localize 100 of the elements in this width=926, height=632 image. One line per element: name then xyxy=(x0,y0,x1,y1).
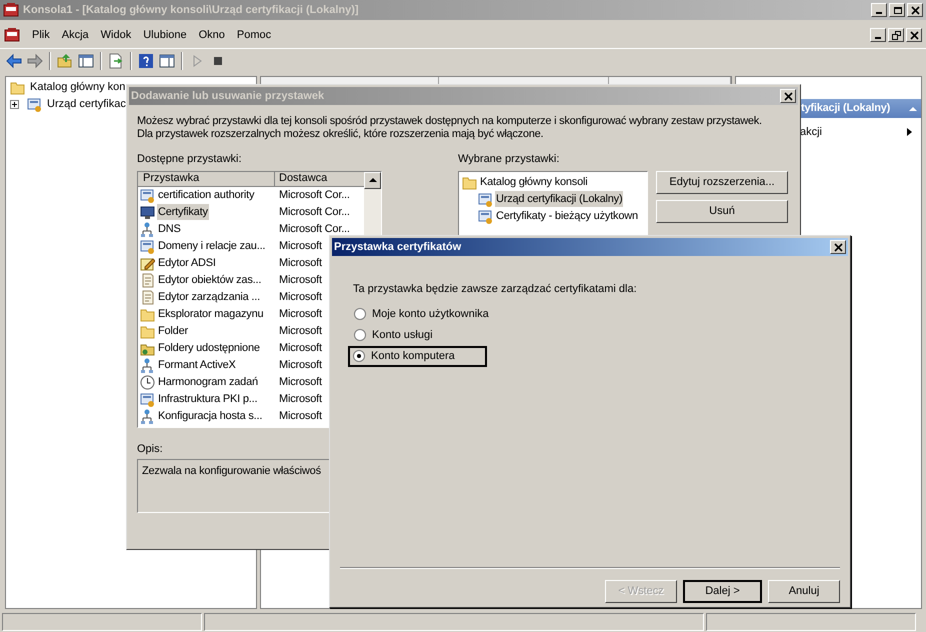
certificate-icon xyxy=(140,188,155,202)
panel-icon[interactable] xyxy=(78,52,94,68)
restore-icon xyxy=(892,30,900,40)
vendor-text: Microsoft xyxy=(278,358,322,373)
list-item[interactable]: Harmonogram zadań xyxy=(157,374,259,390)
vendor-text: Microsoft xyxy=(278,408,322,424)
vendor-text: Microsoft xyxy=(278,256,322,271)
radio-option[interactable]: Konto usługi xyxy=(350,324,437,346)
list-item[interactable]: Certyfikaty xyxy=(157,204,209,220)
vendor-text: Microsoft xyxy=(278,272,322,288)
network-icon xyxy=(140,408,155,424)
vendor-text: Microsoft Cor... xyxy=(278,204,350,220)
submenu-arrow-icon xyxy=(906,127,913,137)
certificate-icon xyxy=(27,97,42,112)
minimize-button[interactable] xyxy=(871,3,887,17)
certificate-icon xyxy=(478,192,493,206)
list-item[interactable]: Konfiguracja hosta s... xyxy=(157,408,264,424)
instruction-text: Możesz wybrać przystawki dla tej konsoli spośród przystawek dostępnych na komputerze i skonfigurować wybrany zestaw przystawek. xyxy=(137,115,763,128)
back-arrow-icon[interactable] xyxy=(6,52,22,68)
export-icon[interactable] xyxy=(108,52,124,68)
vendor-text: Microsoft Cor... xyxy=(278,222,350,237)
menu-item[interactable]: Okno xyxy=(192,24,231,46)
instruction-text: Dla przystawek rozszerzalnych możesz określić, które rozszerzenia mają być włączone. xyxy=(137,128,544,141)
document-icon xyxy=(140,272,155,288)
close-button[interactable] xyxy=(906,28,922,42)
help-icon[interactable] xyxy=(138,52,154,68)
menu-item[interactable]: Pomoc xyxy=(230,24,278,46)
action-item[interactable]: akcji xyxy=(800,124,822,140)
field-label: Dostępne przystawki: xyxy=(137,152,243,167)
list-item[interactable]: Infrastruktura PKI p... xyxy=(157,390,258,408)
dialog-title: Dodawanie lub usuwanie przystawek xyxy=(131,88,326,104)
list-item[interactable]: Foldery udostępnione xyxy=(157,340,261,356)
network-icon xyxy=(140,358,155,372)
minimize-icon xyxy=(876,12,882,14)
panel-icon[interactable] xyxy=(159,52,175,68)
console-icon xyxy=(4,27,20,43)
list-item[interactable]: Folder xyxy=(157,322,189,340)
vendor-text: Microsoft xyxy=(278,238,322,254)
forward-arrow-icon[interactable] xyxy=(27,52,43,68)
tree-item[interactable]: Katalog główny kon xyxy=(30,79,126,96)
list-item[interactable]: Edytor ADSI xyxy=(157,254,217,272)
dialog-button[interactable]: Edytuj rozszerzenia... xyxy=(656,170,788,194)
restore-button[interactable] xyxy=(888,28,904,42)
list-item[interactable]: Domeny i relacje zau... xyxy=(157,238,266,254)
network-icon xyxy=(140,222,155,236)
menu-item[interactable]: Plik xyxy=(26,24,56,46)
close-button[interactable] xyxy=(907,3,923,17)
tree-item[interactable]: Urząd certyfikac xyxy=(47,96,126,113)
certificate-icon xyxy=(478,208,493,224)
close-button[interactable] xyxy=(780,89,796,103)
pencil-icon xyxy=(140,256,155,270)
close-icon xyxy=(834,242,842,252)
menu-item[interactable]: Widok xyxy=(94,24,138,46)
tree-item[interactable]: Katalog główny konsoli xyxy=(479,174,589,190)
menu-item[interactable]: Ulubione xyxy=(137,24,193,46)
prompt-text: Ta przystawka będzie zawsze zarządzać certyfikatami dla: xyxy=(353,282,638,297)
list-item[interactable]: Formant ActiveX xyxy=(157,356,237,374)
dialog-button[interactable]: Anuluj xyxy=(768,580,840,603)
folder-icon xyxy=(140,324,155,338)
field-label: Opis: xyxy=(137,442,164,456)
computer-icon xyxy=(140,204,155,220)
column-header[interactable]: Dostawca xyxy=(275,172,364,186)
radio-option[interactable]: Moje konto użytkownika xyxy=(350,304,493,324)
expand-icon[interactable] xyxy=(10,100,19,109)
certificate-icon xyxy=(140,238,155,254)
column-header[interactable]: Przystawka xyxy=(138,172,275,186)
list-item[interactable]: Edytor zarządzania ... xyxy=(157,288,261,306)
list-item[interactable]: Eksplorator magazynu xyxy=(157,306,264,322)
dialog-button[interactable]: Usuń xyxy=(656,200,788,222)
vendor-text: Microsoft Cor... xyxy=(278,188,350,203)
vendor-text: Microsoft xyxy=(278,324,322,339)
scroll-up-icon[interactable] xyxy=(368,177,376,183)
clock-icon xyxy=(140,374,155,390)
folder-icon xyxy=(140,306,155,322)
vendor-text: Microsoft xyxy=(278,374,322,390)
radio-option[interactable]: Konto komputera xyxy=(348,346,487,366)
radio-icon[interactable] xyxy=(354,308,366,320)
radio-icon[interactable] xyxy=(354,329,366,341)
vendor-text: Microsoft xyxy=(278,290,322,305)
tree-item[interactable]: Certyfikaty - bieżący użytkown xyxy=(495,208,639,224)
window-title: Konsola1 - [Katalog główny konsoli\Urząd certyfikacji (Lokalny)] xyxy=(23,2,360,18)
dialog-title: Przystawka certyfikatów xyxy=(334,240,462,255)
radio-icon[interactable] xyxy=(353,350,365,362)
close-button[interactable] xyxy=(830,240,846,254)
collapse-icon[interactable] xyxy=(908,104,918,112)
minimize-button[interactable] xyxy=(870,28,886,42)
certificate-icon xyxy=(140,392,155,406)
vendor-text: Microsoft xyxy=(278,340,322,356)
list-item[interactable]: certification authority xyxy=(157,186,256,204)
actions-title: tyfikacji (Lokalny) xyxy=(801,101,890,116)
tree-item[interactable]: Urząd certyfikacji (Lokalny) xyxy=(495,190,624,208)
menu-item[interactable]: Akcja xyxy=(56,24,95,46)
close-icon xyxy=(910,30,918,40)
document-icon xyxy=(140,290,155,304)
maximize-button[interactable] xyxy=(889,3,905,17)
dialog-button[interactable]: Dalej > xyxy=(683,580,762,603)
list-item[interactable]: DNS xyxy=(157,220,182,238)
close-icon xyxy=(784,92,792,100)
maximize-icon xyxy=(892,6,902,14)
list-item[interactable]: Edytor obiektów zas... xyxy=(157,272,262,288)
